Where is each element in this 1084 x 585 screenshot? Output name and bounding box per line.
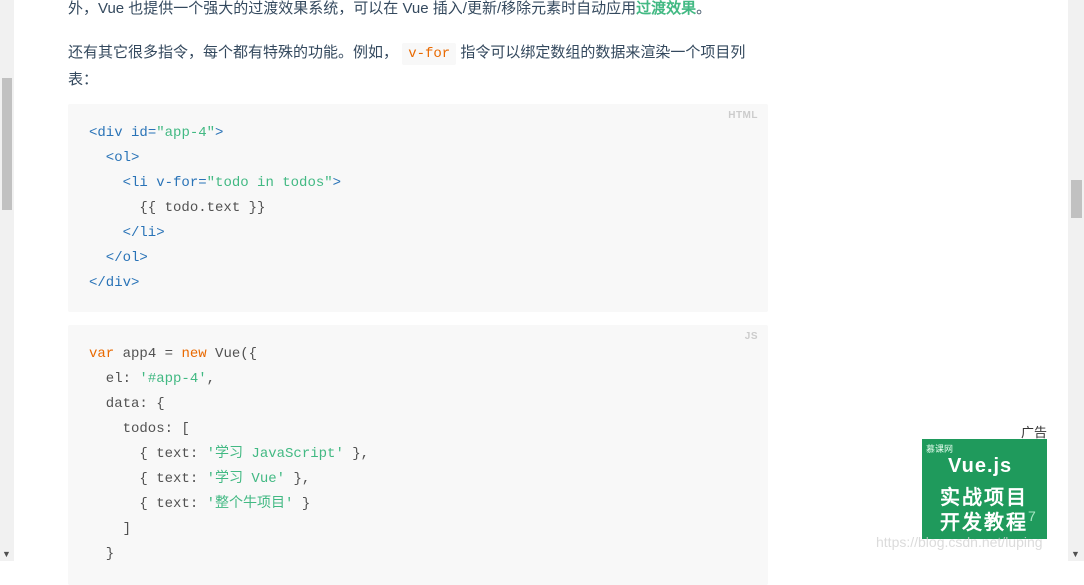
- paragraph-transition: 外，Vue 也提供一个强大的过渡效果系统，可以在 Vue 插入/更新/移除元素时…: [68, 0, 788, 21]
- code-lines: var app4 = new Vue({ el: '#app-4', data:…: [89, 342, 369, 567]
- code-token-text: { text:: [89, 496, 207, 512]
- code-line: </ol>: [89, 246, 341, 271]
- code-token-text: },: [285, 471, 311, 487]
- code-line: { text: '整个牛项目' }: [89, 492, 369, 517]
- code-token-keyword: var: [89, 346, 115, 362]
- ad-line-1: Vue.js: [948, 455, 1013, 477]
- code-line: <ol>: [89, 146, 341, 171]
- code-token-text: data: {: [89, 396, 165, 412]
- code-line: { text: '学习 Vue' },: [89, 467, 369, 492]
- code-token-keyword: new: [181, 346, 207, 362]
- code-line: { text: '学习 JavaScript' },: [89, 442, 369, 467]
- code-token-text: { text:: [89, 446, 207, 462]
- right-scrollbar[interactable]: ▼: [1068, 0, 1084, 561]
- code-line: var app4 = new Vue({: [89, 342, 369, 367]
- code-token-tag: </div>: [89, 275, 140, 291]
- code-line: <div id="app-4">: [89, 121, 341, 146]
- paragraph-text: 还有其它很多指令，每个都有特殊的功能。例如，: [68, 44, 399, 61]
- left-scrollbar-thumb[interactable]: [2, 78, 12, 210]
- ad-number: 7: [1028, 508, 1036, 524]
- code-token-string: '整个牛项目': [206, 496, 294, 512]
- code-token-string: "todo in todos": [206, 175, 333, 191]
- code-language-label: HTML: [728, 110, 758, 121]
- left-scroll-down-arrow[interactable]: ▼: [2, 549, 11, 559]
- paragraph-end: 。: [696, 0, 712, 17]
- code-language-label: JS: [744, 331, 758, 342]
- code-token-tag: <li: [89, 175, 157, 191]
- code-line: </li>: [89, 221, 341, 246]
- code-line: </div>: [89, 271, 341, 296]
- code-line: <li v-for="todo in todos">: [89, 171, 341, 196]
- code-token-text: Vue({: [206, 346, 258, 362]
- code-token-attr: v-for=: [156, 175, 207, 191]
- code-token-attr: id=: [131, 125, 157, 141]
- ad-banner[interactable]: 慕课网 Vue.js 实战项目 开发教程 7: [922, 439, 1047, 539]
- ad-brand: 慕课网: [926, 444, 954, 454]
- code-token-text: {{ todo.text }}: [89, 200, 266, 216]
- code-token-text: ,: [206, 371, 216, 387]
- code-line: }: [89, 542, 369, 567]
- code-lines: <div id="app-4"> <ol> <li v-for="todo in…: [89, 121, 341, 296]
- code-token-string: '#app-4': [139, 371, 207, 387]
- code-token-text: >: [215, 125, 224, 141]
- code-line: ]: [89, 517, 369, 542]
- code-line: todos: [: [89, 417, 369, 442]
- code-token-tag: <div: [89, 125, 132, 141]
- ad-line-3: 开发教程: [940, 512, 1028, 534]
- code-token-text: { text:: [89, 471, 207, 487]
- code-token-tag: <ol>: [89, 150, 140, 166]
- code-line: {{ todo.text }}: [89, 196, 341, 221]
- code-line: data: {: [89, 392, 369, 417]
- right-scroll-down-arrow[interactable]: ▼: [1071, 549, 1080, 559]
- code-block-js: JS var app4 = new Vue({ el: '#app-4', da…: [68, 325, 768, 585]
- code-token-tag: </ol>: [89, 250, 148, 266]
- inline-code-vfor: v-for: [402, 43, 457, 65]
- code-token-text: el:: [89, 371, 140, 387]
- code-token-text: app4 =: [114, 346, 182, 362]
- code-token-text: }: [89, 546, 115, 562]
- code-token-string: "app-4": [156, 125, 216, 141]
- code-token-text: },: [343, 446, 370, 462]
- code-token-string: '学习 Vue': [206, 471, 286, 487]
- code-token-text: ]: [89, 521, 132, 537]
- transition-link[interactable]: 过渡效果: [636, 0, 696, 17]
- code-token-text: >: [332, 175, 342, 191]
- watermark: https://blog.csdn.net/luping: [876, 534, 1043, 550]
- left-scrollbar[interactable]: ▼: [0, 0, 14, 561]
- code-block-html: HTML <div id="app-4"> <ol> <li v-for="to…: [68, 104, 768, 312]
- code-token-text: todos: [: [89, 421, 190, 437]
- code-token-tag: </li>: [89, 225, 165, 241]
- paragraph-text: 外，Vue 也提供一个强大的过渡效果系统，可以在 Vue 插入/更新/移除元素时…: [68, 0, 637, 17]
- code-line: el: '#app-4',: [89, 367, 369, 392]
- right-scrollbar-thumb[interactable]: [1071, 180, 1082, 218]
- paragraph-vfor: 还有其它很多指令，每个都有特殊的功能。例如， v-for 指令可以绑定数组的数据…: [68, 40, 768, 92]
- code-token-text: }: [293, 496, 311, 512]
- code-token-string: '学习 JavaScript': [206, 446, 344, 462]
